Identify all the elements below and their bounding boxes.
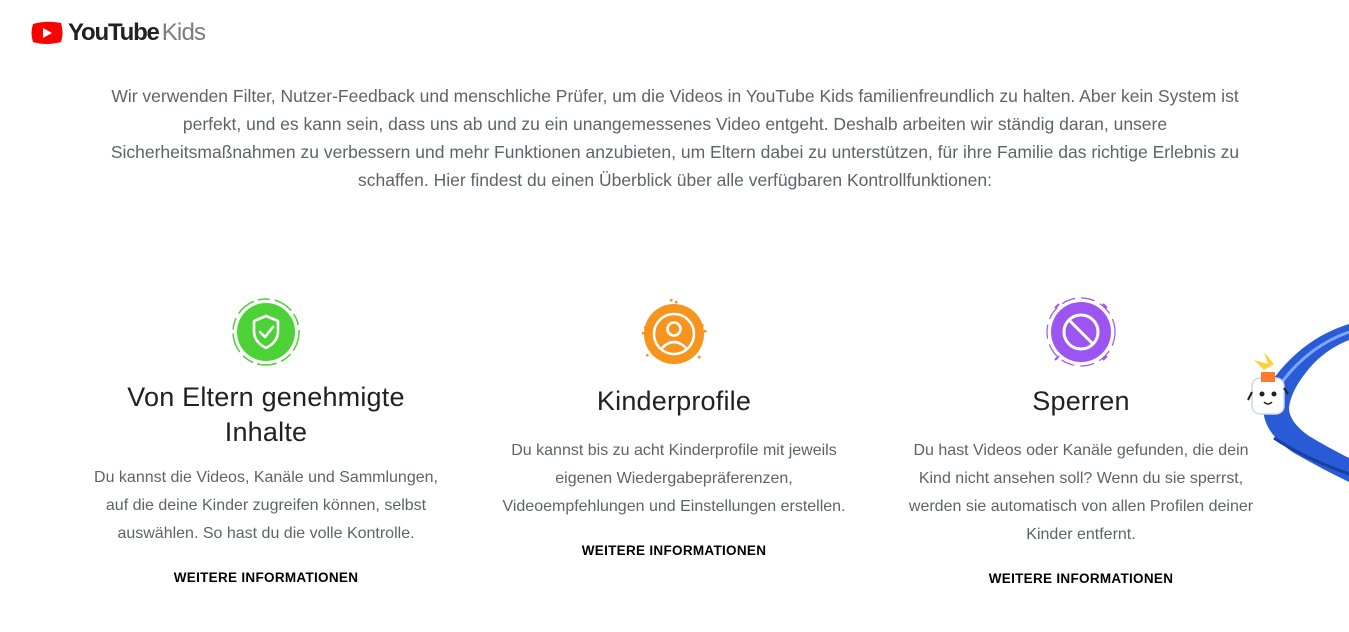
block-icon (1046, 297, 1116, 367)
page: YouTube Kids Wir verwenden Filter, Nutzer… (0, 0, 1349, 632)
logo-kids-text: Kids (161, 19, 206, 46)
youtube-kids-logo[interactable]: YouTube Kids (30, 19, 206, 46)
feature-description: Du kannst bis zu acht Kinderprofile mit … (502, 442, 846, 515)
feature-description: Du hast Videos oder Kanäle gefunden, die… (908, 442, 1254, 543)
logo-wordmark: YouTube Kids (68, 19, 206, 46)
intro-text: Wir verwenden Filter, Nutzer-Feedback un… (110, 86, 1240, 190)
feature-title: Von Eltern genehmigte Inhalte (127, 382, 405, 447)
profile-icon (642, 299, 707, 364)
feature-title: Kinderprofile (596, 386, 752, 416)
learn-more-link[interactable]: WEITERE INFORMATIONEN (174, 570, 359, 585)
feature-description: Du kannst die Videos, Kanäle und Sammlun… (94, 469, 438, 542)
logo-youtube-text: YouTube (68, 19, 160, 46)
slide-character-illustration (1247, 324, 1349, 482)
shield-check-icon (232, 298, 300, 366)
character-icon (1247, 352, 1289, 415)
youtube-kids-logo-icon (31, 21, 63, 44)
feature-title: Sperren (1032, 386, 1130, 416)
learn-more-link[interactable]: WEITERE INFORMATIONEN (582, 543, 767, 558)
feature-kid-profiles: Kinderprofile Du kannst bis zu acht Kind… (493, 296, 855, 560)
learn-more-link[interactable]: WEITERE INFORMATIONEN (989, 571, 1174, 586)
feature-block: Sperren Du hast Videos oder Kanäle gefun… (900, 296, 1262, 588)
feature-parent-approved: Von Eltern genehmigte Inhalte Du kannst … (86, 296, 446, 587)
